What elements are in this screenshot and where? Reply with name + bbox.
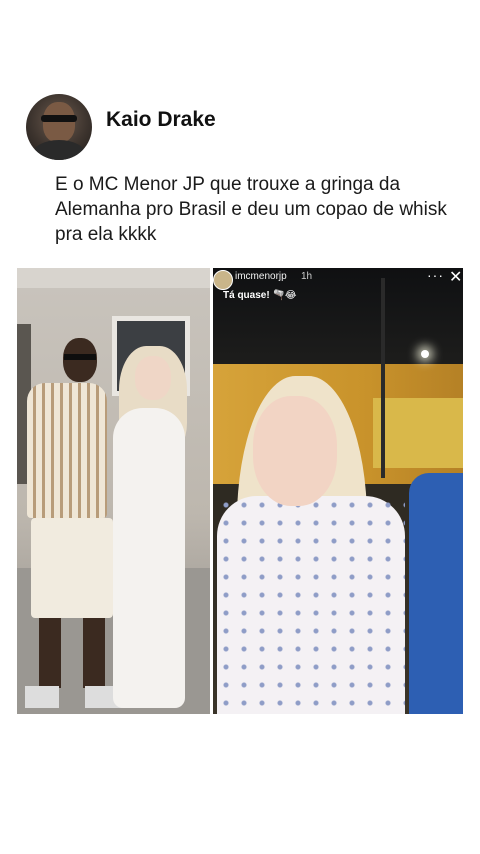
- photo-story-screenshot[interactable]: imcmenorjp 1h ··· ✕ Tá quase! 🫗😂: [213, 268, 463, 714]
- story-pole: [381, 278, 385, 478]
- story-woman-floral-top: [217, 496, 405, 714]
- close-icon[interactable]: ✕: [449, 268, 462, 287]
- woman-white-dress: [113, 408, 185, 708]
- avatar-glasses: [41, 115, 77, 122]
- story-street-light: [421, 350, 429, 358]
- story-fence-far: [373, 398, 463, 468]
- photo-couple-posing[interactable]: [17, 268, 210, 714]
- story-person-blue-shirt: [409, 473, 463, 714]
- story-user-avatar[interactable]: [213, 270, 233, 290]
- woman-face: [135, 356, 171, 400]
- man-striped-shirt: [27, 383, 107, 518]
- man-sneakers: [25, 686, 123, 708]
- author-name[interactable]: Kaio Drake: [106, 108, 216, 132]
- avatar-shirt: [32, 140, 86, 160]
- more-options-icon[interactable]: ···: [427, 268, 444, 283]
- story-caption: Tá quase! 🫗😂: [223, 290, 297, 301]
- photo-wall: [17, 268, 210, 288]
- post-header: Kaio Drake: [26, 94, 216, 160]
- post-photo-collage[interactable]: imcmenorjp 1h ··· ✕ Tá quase! 🫗😂: [17, 268, 463, 714]
- man-shorts: [31, 518, 113, 618]
- author-avatar[interactable]: [26, 94, 92, 160]
- man-legs: [39, 618, 105, 688]
- post-text: E o MC Menor JP que trouxe a gringa da A…: [55, 174, 447, 245]
- story-time: 1h: [301, 271, 313, 282]
- avatar-head: [43, 102, 75, 142]
- story-woman-face: [253, 396, 337, 506]
- man-sunglasses: [64, 354, 96, 360]
- story-username[interactable]: imcmenorjp: [235, 271, 287, 282]
- man-head: [63, 338, 97, 382]
